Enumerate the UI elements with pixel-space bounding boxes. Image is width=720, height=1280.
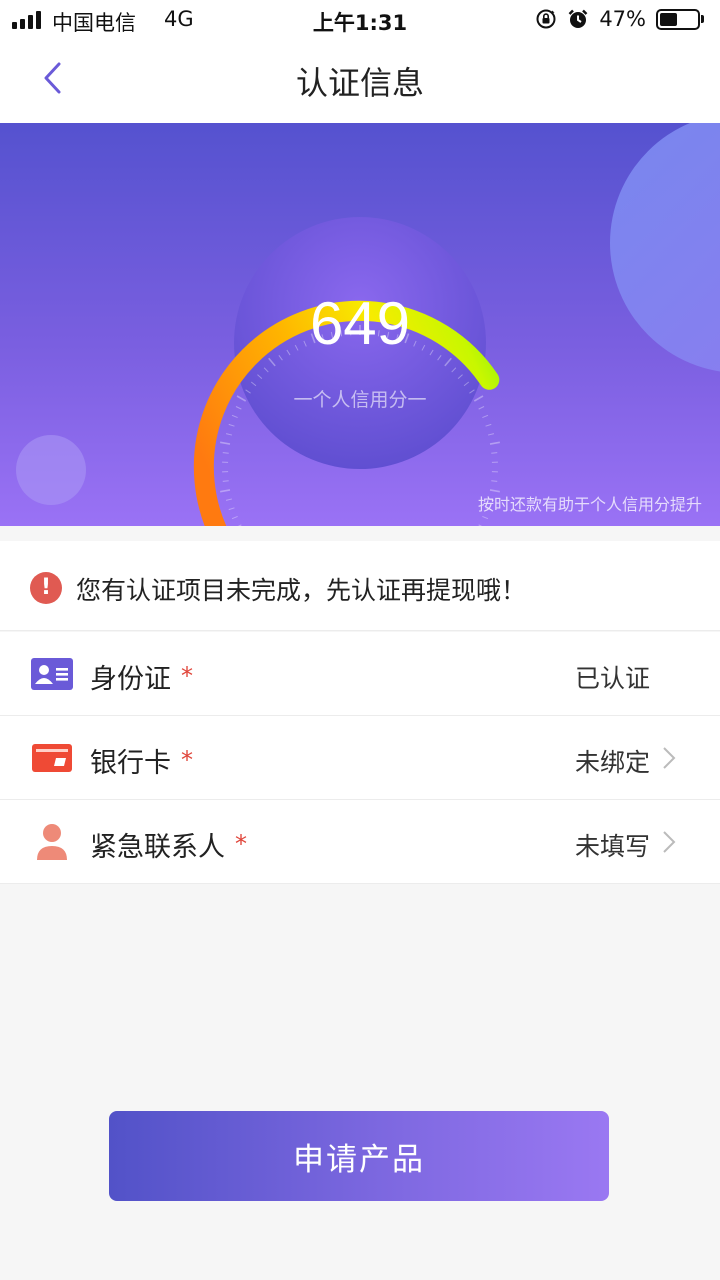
gauge-tick: [225, 498, 233, 501]
gauge-tick: [225, 433, 233, 436]
row-status: 未填写: [574, 832, 650, 861]
required-mark: *: [235, 830, 247, 858]
gauge-tick: [220, 489, 231, 493]
row-label: 身份证 *: [90, 662, 193, 695]
gauge-tick: [231, 515, 238, 520]
battery-icon: [656, 8, 704, 30]
row-label: 紧急联系人 *: [90, 830, 247, 863]
credit-score-label: 一个人信用分一: [293, 389, 427, 411]
gauge-tick: [228, 507, 235, 511]
gauge-tick: [482, 515, 489, 520]
exclamation-icon: !: [30, 572, 62, 604]
gauge-tick: [489, 441, 500, 445]
credit-score-value: 649: [309, 290, 411, 357]
alarm-icon: [568, 9, 588, 28]
nav-header: 认证信息: [0, 40, 720, 123]
gauge-tick: [485, 423, 492, 427]
status-bar: 中国电信 4G 上午1:31 47%: [0, 0, 720, 40]
contact-person-icon: [37, 824, 67, 860]
gauge-tick: [491, 452, 498, 454]
gauge-tick: [222, 480, 229, 482]
gauge-tick: [228, 423, 235, 427]
gauge-tick: [222, 452, 229, 454]
gauge-tick: [478, 524, 483, 526]
row-status: 未绑定: [574, 748, 650, 777]
bank-card-icon: [32, 744, 72, 772]
rotation-lock-icon: [536, 9, 556, 29]
apply-product-button[interactable]: 申请产品: [109, 1111, 609, 1201]
credit-tip: 按时还款有助于个人信用分提升: [477, 495, 702, 514]
chevron-right-icon: [663, 747, 676, 769]
battery-percent: 47%: [599, 7, 646, 31]
gauge-tick: [237, 524, 242, 526]
gauge-tick: [491, 480, 498, 482]
id-card-icon: [31, 658, 73, 690]
gauge-tick: [220, 441, 231, 445]
page-title: 认证信息: [295, 64, 424, 102]
incomplete-notice: ! 您有认证项目未完成，先认证再提现哦！: [0, 541, 720, 631]
required-mark: *: [181, 662, 193, 690]
row-bank-card[interactable]: 银行卡 * 未绑定: [0, 716, 720, 800]
chevron-right-icon: [663, 831, 676, 853]
notice-text: 您有认证项目未完成，先认证再提现哦！: [76, 576, 527, 605]
required-mark: *: [181, 746, 193, 774]
row-id-card[interactable]: 身份证 * 已认证: [0, 632, 720, 716]
credit-score-panel: 649 一个人信用分一 按时还款有助于个人信用分提升: [0, 123, 720, 526]
gauge-tick: [231, 414, 238, 419]
row-label: 银行卡 *: [90, 746, 193, 779]
row-emergency-contact[interactable]: 紧急联系人 * 未填写: [0, 800, 720, 884]
row-status: 已认证: [574, 664, 650, 693]
gauge-tick: [487, 433, 495, 436]
gauge-tick: [482, 414, 489, 419]
